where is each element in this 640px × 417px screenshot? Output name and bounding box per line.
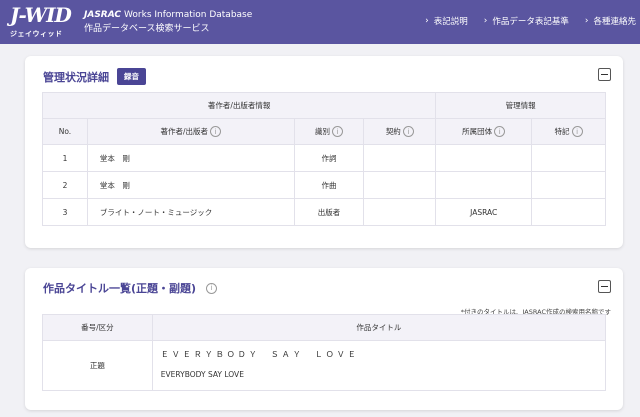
- group-header-management: 管理情報: [435, 92, 606, 119]
- table-row: 正題 ＥＶＥＲＹＢＯＤＹ ＳＡＹ ＬＯＶＥ EVERYBODY SAY LOVE: [42, 340, 607, 391]
- titles-card: 作品タイトル一覧(正題・副題) i *付きのタイトルは、JASRAC作成の検索用名…: [25, 268, 623, 410]
- logo[interactable]: J-WID ジェイウィッド: [8, 0, 80, 44]
- table-row: 1 堂本 剛 作詞: [42, 144, 606, 172]
- recording-badge: 録音: [117, 68, 146, 85]
- group-header-rights: 著作者/出版者情報: [41, 92, 437, 119]
- info-icon[interactable]: i: [209, 126, 221, 138]
- col-title: 作品タイトル: [151, 314, 607, 341]
- header-nav: › 表記説明 › 作品データ表記基準 › 各種連絡先: [425, 15, 636, 27]
- titles-title: 作品タイトル一覧(正題・副題) i: [43, 280, 218, 296]
- col-name: 著作者/出版者 i: [86, 118, 295, 145]
- nav-link-standards[interactable]: › 作品データ表記基準: [484, 15, 569, 27]
- brand-jp: 作品データベース検索サービス: [84, 24, 210, 34]
- management-title: 管理状況詳細 録音: [43, 68, 146, 85]
- brand-org: JASRAC: [84, 10, 122, 20]
- management-card: 管理状況詳細 録音 著作者/出版者情報 管理情報 No. 著作者/出版者 i 識別…: [25, 56, 623, 248]
- col-contract: 契約 i: [363, 118, 437, 145]
- brand: JASRAC Works Information Database 作品データベー…: [84, 10, 252, 34]
- chevron-right-icon: ›: [483, 16, 488, 26]
- nav-link-notation[interactable]: › 表記説明: [425, 15, 468, 27]
- col-role: 識別 i: [293, 118, 365, 145]
- logo-main: J-WID: [10, 3, 72, 27]
- col-society: 所属団体 i: [435, 118, 533, 145]
- info-icon[interactable]: i: [331, 126, 343, 138]
- title-plain: EVERYBODY SAY LOVE: [160, 370, 244, 379]
- site-header: J-WID ジェイウィッド JASRAC Works Information Da…: [0, 0, 640, 44]
- info-icon[interactable]: i: [494, 126, 506, 138]
- chevron-right-icon: ›: [425, 16, 429, 26]
- col-kind: 番号/区分: [42, 314, 153, 341]
- collapse-button[interactable]: [598, 68, 611, 81]
- titles-table: 番号/区分 作品タイトル 正題 ＥＶＥＲＹＢＯＤＹ ＳＡＹ ＬＯＶＥ EVERY…: [42, 314, 607, 391]
- info-icon[interactable]: i: [206, 282, 218, 294]
- collapse-button[interactable]: [598, 280, 611, 293]
- brand-name: Works Information Database: [124, 10, 253, 20]
- nav-link-contacts[interactable]: › 各種連絡先: [585, 15, 636, 27]
- management-table: 著作者/出版者情報 管理情報 No. 著作者/出版者 i 識別 i 契約 i 所属団体…: [41, 92, 606, 226]
- info-icon[interactable]: i: [571, 126, 583, 138]
- logo-sub: ジェイウィッド: [10, 30, 63, 38]
- col-note: 特記 i: [531, 118, 606, 145]
- info-icon[interactable]: i: [402, 126, 414, 138]
- table-row: 3 ブライト・ノート・ミュージック 出版者 JASRAC: [42, 198, 606, 226]
- col-no: No.: [42, 118, 88, 145]
- table-row: 2 堂本 剛 作曲: [42, 171, 606, 199]
- title-spaced: ＥＶＥＲＹＢＯＤＹ ＳＡＹ ＬＯＶＥ: [160, 350, 359, 359]
- chevron-right-icon: ›: [584, 16, 589, 26]
